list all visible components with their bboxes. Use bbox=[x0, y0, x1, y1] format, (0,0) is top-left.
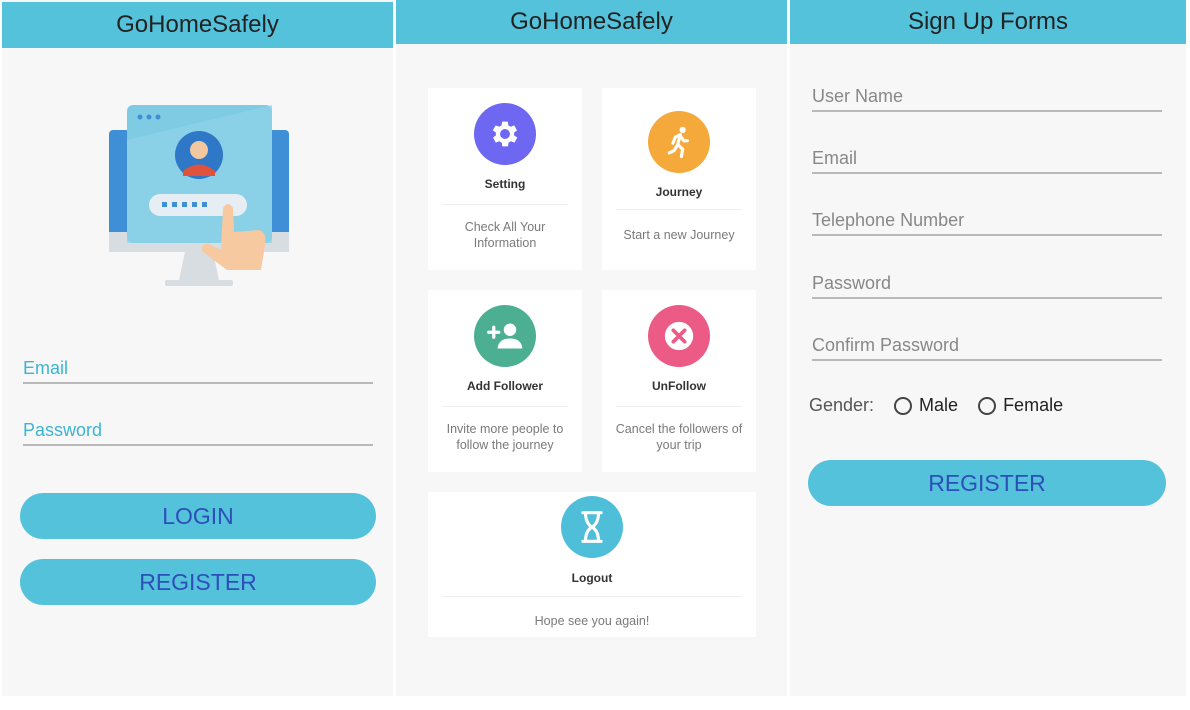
register-button[interactable]: REGISTER bbox=[808, 460, 1166, 506]
gender-label: Gender: bbox=[809, 395, 875, 415]
user-name-field[interactable]: User Name bbox=[812, 86, 1162, 112]
setting-card[interactable]: Setting Check All Your Information bbox=[428, 88, 582, 270]
register-button[interactable]: REGISTER bbox=[20, 559, 376, 605]
option-label: Female bbox=[1003, 395, 1064, 415]
email-field[interactable]: Email bbox=[23, 358, 373, 384]
field-placeholder: Confirm Password bbox=[812, 335, 960, 355]
logout-card[interactable]: Logout Hope see you again! bbox=[428, 492, 756, 637]
password-field[interactable]: Password bbox=[23, 420, 373, 446]
card-title: Logout bbox=[571, 571, 613, 585]
app-title: GoHomeSafely bbox=[396, 0, 787, 44]
field-placeholder: Email bbox=[812, 148, 858, 168]
field-placeholder: Telephone Number bbox=[812, 210, 965, 230]
walking-person-icon bbox=[648, 111, 710, 173]
card-description: Cancel the followers of your trip bbox=[615, 422, 743, 452]
password-field[interactable]: Password bbox=[812, 273, 1162, 299]
form-title: Sign Up Forms bbox=[790, 0, 1186, 44]
card-description: Invite more people to follow the journey bbox=[446, 422, 564, 452]
email-placeholder: Email bbox=[23, 358, 69, 378]
card-description: Hope see you again! bbox=[534, 614, 650, 628]
gear-icon bbox=[474, 103, 536, 165]
menu-screen: GoHomeSafely Setting Check All Your Info… bbox=[396, 0, 787, 696]
gender-option-male[interactable]: Male bbox=[894, 395, 958, 416]
password-placeholder: Password bbox=[23, 420, 103, 440]
add-person-icon bbox=[474, 305, 536, 367]
option-label: Male bbox=[919, 395, 959, 415]
telephone-field[interactable]: Telephone Number bbox=[812, 210, 1162, 236]
card-divider bbox=[616, 406, 742, 407]
login-screen: GoHomeSafely Email Password LOGIN REGIST… bbox=[2, 0, 393, 696]
card-title: UnFollow bbox=[652, 379, 706, 393]
gender-selector: Gender: Male Female bbox=[809, 395, 1083, 416]
radio-button[interactable] bbox=[978, 396, 997, 415]
signup-screen: Sign Up Forms User Name Email Telephone … bbox=[790, 0, 1186, 696]
card-title: Journey bbox=[655, 185, 703, 199]
email-field[interactable]: Email bbox=[812, 148, 1162, 174]
confirm-password-field[interactable]: Confirm Password bbox=[812, 335, 1162, 361]
unfollow-card[interactable]: UnFollow Cancel the followers of your tr… bbox=[602, 290, 756, 472]
card-divider bbox=[442, 204, 568, 205]
add-follower-card[interactable]: Add Follower Invite more people to follo… bbox=[428, 290, 582, 472]
card-divider bbox=[442, 406, 568, 407]
field-placeholder: Password bbox=[812, 273, 892, 293]
card-divider bbox=[616, 209, 742, 210]
radio-button[interactable] bbox=[894, 396, 913, 415]
gender-option-female[interactable]: Female bbox=[978, 395, 1063, 416]
hourglass-icon bbox=[561, 496, 623, 558]
card-divider bbox=[442, 596, 742, 597]
field-placeholder: User Name bbox=[812, 86, 904, 106]
login-button[interactable]: LOGIN bbox=[20, 493, 376, 539]
card-description: Check All Your Information bbox=[464, 220, 546, 250]
app-title: GoHomeSafely bbox=[2, 2, 393, 48]
close-circle-icon bbox=[648, 305, 710, 367]
journey-card[interactable]: Journey Start a new Journey bbox=[602, 88, 756, 270]
login-illustration bbox=[109, 105, 289, 286]
card-title: Add Follower bbox=[467, 379, 543, 393]
card-description: Start a new Journey bbox=[623, 228, 735, 242]
card-title: Setting bbox=[484, 177, 526, 191]
